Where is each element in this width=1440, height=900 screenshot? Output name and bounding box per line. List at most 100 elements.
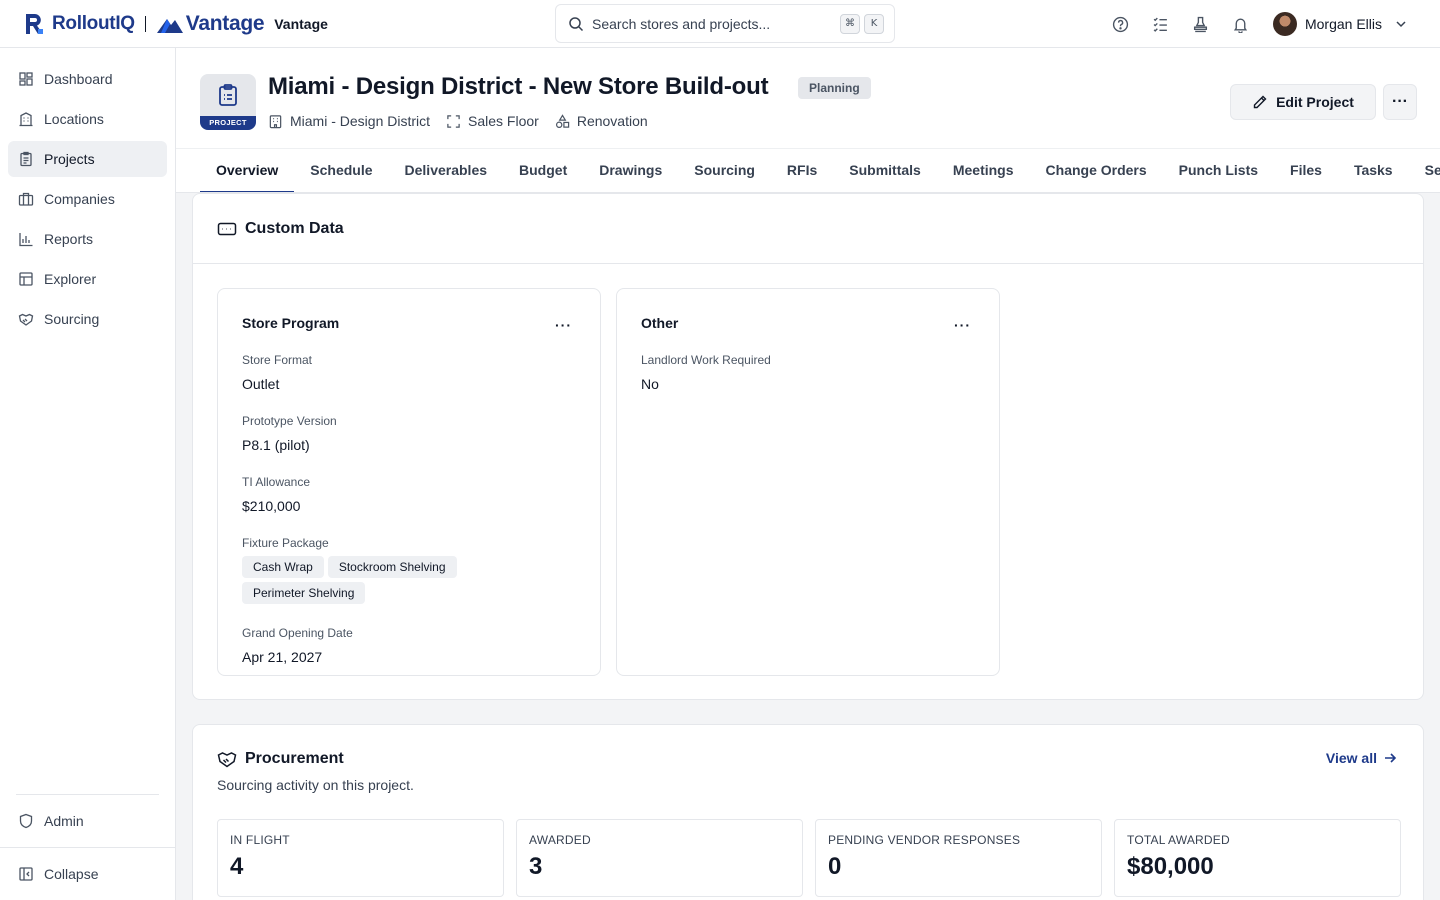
sidebar-footer: Admin Collapse [0, 794, 175, 900]
custom-data-header: Custom Data [193, 194, 1423, 264]
collapse-icon [19, 867, 33, 881]
search-box[interactable]: ⌘ K [555, 4, 895, 43]
project-meta: Miami - Design District Sales Floor Reno… [268, 113, 664, 129]
partner-logo: Vantage Vantage [156, 12, 328, 36]
tab-schedule[interactable]: Schedule [294, 149, 388, 192]
partner-subtitle: Vantage [274, 15, 328, 32]
stat-in-flight: IN FLIGHT 4 [217, 819, 504, 897]
tab-punch-lists[interactable]: Punch Lists [1163, 149, 1274, 192]
field-label: Fixture Package [242, 536, 329, 550]
tab-tasks[interactable]: Tasks [1338, 149, 1409, 192]
tab-deliverables[interactable]: Deliverables [389, 149, 504, 192]
sidebar-item-label: Sourcing [44, 311, 100, 327]
help-icon[interactable] [1101, 4, 1141, 44]
store-program-card: Store Program ··· Store Format Outlet Pr… [217, 288, 601, 676]
shortcut-k-key: K [864, 13, 884, 34]
fixture-chip: Cash Wrap [242, 556, 324, 578]
sidebar-item-dashboard[interactable]: Dashboard [8, 61, 167, 97]
sidebar-item-explorer[interactable]: Explorer [8, 261, 167, 297]
main-content[interactable]: Custom Data Store Program ··· Store Form… [176, 193, 1440, 900]
tab-sourcing[interactable]: Sourcing [678, 149, 771, 192]
card-more-button[interactable]: ··· [555, 317, 572, 333]
brand[interactable]: RolloutIQ Vantage Vantage [0, 0, 328, 48]
stamp-icon[interactable] [1181, 4, 1221, 44]
avatar [1272, 12, 1297, 36]
sidebar-item-label: Explorer [44, 271, 97, 287]
sidebar-item-reports[interactable]: Reports [8, 221, 167, 257]
field-value: No [641, 376, 659, 392]
stat-label: PENDING VENDOR RESPONSES [828, 833, 1021, 847]
tab-rfis[interactable]: RFIs [771, 149, 833, 192]
view-all-link[interactable]: View all [1326, 750, 1397, 766]
dashboard-icon [19, 72, 33, 86]
sidebar-item-label: Locations [44, 111, 104, 127]
user-menu[interactable]: Morgan Ellis [1272, 12, 1408, 36]
custom-data-panel: Custom Data Store Program ··· Store Form… [192, 193, 1424, 700]
stat-label: TOTAL AWARDED [1127, 833, 1230, 847]
top-actions: Morgan Ellis [1101, 0, 1440, 48]
table-icon [19, 272, 33, 286]
sidebar-nav: Dashboard Locations Projects Companies R… [0, 48, 175, 337]
procurement-panel: Procurement Sourcing activity on this pr… [192, 724, 1424, 900]
sidebar-item-label: Reports [44, 231, 94, 247]
bar-chart-icon [19, 233, 33, 247]
tab-budget[interactable]: Budget [503, 149, 583, 192]
procurement-title-row: Procurement [217, 749, 1399, 769]
project-type-label: Renovation [576, 113, 648, 129]
field-label: Grand Opening Date [242, 626, 353, 640]
tab-drawings[interactable]: Drawings [583, 149, 678, 192]
project-type: Renovation [555, 113, 648, 129]
procurement-title: Procurement [245, 750, 344, 767]
card-title: Other [641, 315, 679, 331]
view-all-label: View all [1325, 750, 1377, 766]
checklist-icon[interactable] [1141, 4, 1181, 44]
sidebar-item-locations[interactable]: Locations [8, 101, 167, 137]
card-more-button[interactable]: ··· [954, 317, 971, 333]
project-location[interactable]: Miami - Design District [268, 113, 430, 129]
project-area-label: Sales Floor [468, 113, 539, 129]
search-input[interactable] [592, 15, 836, 32]
procurement-header: Procurement Sourcing activity on this pr… [193, 725, 1423, 793]
stat-value: 3 [529, 853, 543, 880]
tab-submittals[interactable]: Submittals [833, 149, 937, 192]
vantage-mountain-icon [156, 18, 183, 33]
tab-change-orders[interactable]: Change Orders [1030, 149, 1163, 192]
field-ti-allowance: TI Allowance $210,000 [242, 475, 576, 514]
project-location-label: Miami - Design District [290, 113, 431, 129]
pencil-icon [1253, 95, 1267, 109]
field-grand-opening-date: Grand Opening Date Apr 21, 2027 [242, 626, 576, 665]
arrow-right-icon [1385, 753, 1397, 763]
field-value: P8.1 (pilot) [242, 437, 310, 453]
project-tabs: Overview Schedule Deliverables Budget Drawin… [176, 148, 1440, 193]
building-icon [269, 114, 282, 128]
page-title: Miami - Design District - New Store Buil… [268, 73, 769, 100]
procurement-subtitle: Sourcing activity on this project. [217, 777, 414, 793]
sidebar-item-sourcing[interactable]: Sourcing [8, 301, 167, 337]
project-header: PROJECT Miami - Design District - New St… [176, 48, 1440, 148]
tab-files[interactable]: Files [1274, 149, 1338, 192]
edit-project-button[interactable]: Edit Project [1230, 84, 1376, 120]
bell-icon[interactable] [1221, 4, 1261, 44]
sidebar-item-label: Dashboard [44, 71, 113, 87]
field-value: Outlet [242, 376, 280, 392]
field-label: Landlord Work Required [641, 353, 771, 367]
stat-value: 0 [828, 853, 842, 880]
sidebar-item-label: Projects [44, 151, 95, 167]
field-store-format: Store Format Outlet [242, 353, 576, 392]
more-actions-button[interactable]: ··· [1383, 84, 1417, 120]
field-fixture-package: Fixture Package Cash Wrap Stockroom Shel… [242, 536, 576, 604]
tab-overview[interactable]: Overview [200, 149, 295, 192]
stat-value: $80,000 [1127, 853, 1214, 880]
search-icon [569, 16, 584, 31]
fixture-chips: Cash Wrap Stockroom Shelving Perimeter S… [242, 556, 482, 604]
sidebar-item-label: Collapse [44, 866, 99, 882]
sidebar-item-companies[interactable]: Companies [8, 181, 167, 217]
collapse-sidebar-button[interactable]: Collapse [0, 848, 175, 900]
sidebar-item-projects[interactable]: Projects [8, 141, 167, 177]
tab-settings[interactable]: Se [1409, 149, 1440, 192]
field-label: TI Allowance [242, 475, 311, 489]
field-prototype-version: Prototype Version P8.1 (pilot) [242, 414, 576, 453]
tab-meetings[interactable]: Meetings [937, 149, 1030, 192]
user-name: Morgan Ellis [1304, 16, 1382, 32]
sidebar-item-admin[interactable]: Admin [0, 795, 175, 847]
